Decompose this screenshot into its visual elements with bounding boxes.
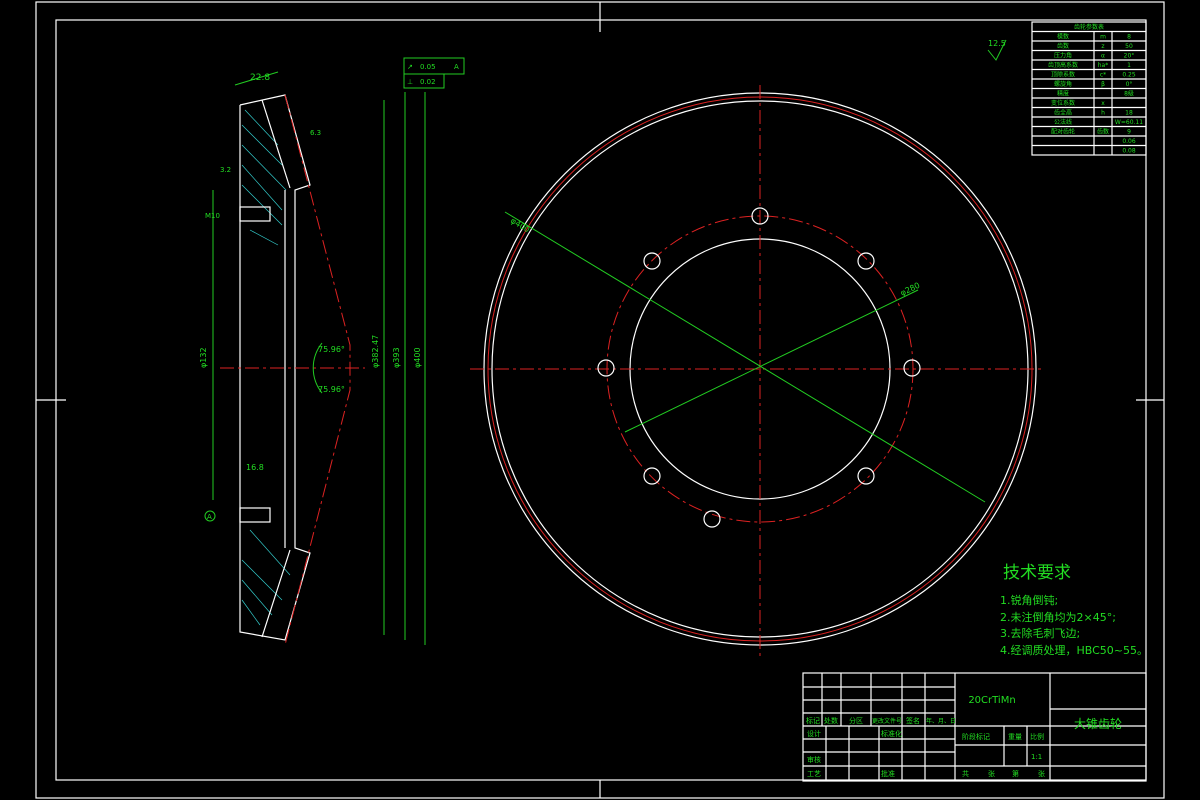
dim-diameter: φ393: [392, 347, 401, 368]
sheet-label: 共: [962, 769, 969, 778]
cad-drawing: 22.8 3.2 6.3 M10 16.8 75.96° 75.96° φ132…: [35, 1, 1165, 799]
table-cell: 50: [1125, 43, 1133, 50]
front-view: φ400 φ280: [470, 85, 1045, 660]
tolerance-value: 0.02: [420, 78, 436, 86]
table-cell: 9: [1127, 129, 1131, 136]
scale-label: 比例: [1030, 732, 1044, 741]
requirement-item: 3.去除毛刺飞边;: [1000, 626, 1080, 640]
table-cell: h: [1101, 110, 1105, 117]
table-cell: 螺旋角: [1054, 80, 1072, 88]
requirement-item: 1.锐角倒钝;: [1000, 593, 1058, 607]
table-cell: 20°: [1124, 53, 1135, 60]
row-label: 工艺: [807, 770, 821, 778]
table-cell: 齿顶高系数: [1048, 61, 1078, 69]
dim-bolt-circle: φ280: [899, 281, 921, 298]
table-cell: c*: [1100, 72, 1106, 79]
table-cell: 0°: [1126, 81, 1133, 88]
row-label: 设计: [807, 729, 821, 738]
center-marks: [36, 2, 1164, 798]
table-cell: m: [1100, 34, 1106, 41]
header-cell: 签名: [906, 716, 920, 725]
table-cell: β: [1101, 81, 1105, 88]
dim-bore: φ132: [199, 347, 208, 368]
table-cell: 压力角: [1054, 52, 1072, 60]
requirement-item: 4.经调质处理，HBC50~55。: [1000, 644, 1148, 657]
thread-label: M10: [205, 212, 220, 220]
table-cell: 0.25: [1122, 72, 1136, 79]
angle-label: 75.96°: [318, 345, 345, 354]
row-label: 标准化: [881, 729, 902, 738]
table-cell: ha*: [1098, 62, 1108, 69]
sheet-border: [35, 1, 1165, 799]
stage-label: 阶段标记: [962, 732, 990, 741]
table-cell: 变位系数: [1051, 99, 1075, 107]
material-label: 20CrTiMn: [968, 695, 1015, 706]
header-cell: 分区: [849, 716, 863, 725]
row-label: 批准: [881, 769, 895, 778]
table-cell: x: [1101, 100, 1105, 107]
table-cell: 18: [1125, 110, 1133, 117]
table-cell: 8: [1127, 34, 1131, 41]
datum-label: A: [207, 513, 212, 521]
dim-diameter: φ400: [413, 347, 422, 368]
table-cell: 齿数: [1097, 128, 1109, 136]
dim-depth: 16.8: [246, 463, 264, 472]
header-cell: 年、月、日: [926, 717, 956, 725]
roughness-label: 3.2: [220, 166, 231, 174]
tolerance-symbol: ⊥: [407, 78, 413, 86]
table-cell: α: [1101, 53, 1105, 60]
sheet-label: 张: [1038, 769, 1045, 778]
scale-value: 1:1: [1031, 753, 1042, 761]
roughness-label: 6.3: [310, 129, 321, 137]
parameter-table: 齿轮参数表模数 m 8 齿数 z 50 压力角 α 20° 齿顶高系数 ha* 1 顶隙系数 c* 0.25…: [1031, 21, 1147, 156]
tolerance-symbol: ↗: [407, 63, 413, 71]
table-cell: 顶隙系数: [1051, 71, 1075, 79]
section-view: 22.8 3.2 6.3 M10 16.8 75.96° 75.96° φ132…: [199, 57, 465, 646]
header-cell: 标记: [806, 716, 820, 725]
table-cell: 0.06: [1122, 138, 1136, 145]
row-label: 审核: [807, 755, 821, 764]
table-cell: W=60.11: [1115, 119, 1143, 126]
sheet-label: 张: [988, 769, 995, 778]
table-cell: 精度: [1057, 90, 1069, 98]
table-cell: 配对齿轮: [1051, 128, 1075, 136]
sheet-label: 第: [1012, 769, 1019, 778]
dim-width: 22.8: [250, 73, 270, 83]
requirement-item: 2.未注倒角均为2×45°;: [1000, 610, 1116, 624]
header-cell: 更改文件号: [872, 717, 902, 725]
weight-label: 重量: [1008, 733, 1022, 741]
dim-diameter: φ382.47: [371, 335, 380, 368]
table-cell: 0.08: [1122, 148, 1136, 155]
tolerance-value: 0.05: [420, 63, 436, 71]
table-title: 齿轮参数表: [1074, 23, 1104, 31]
drawing-frame: [55, 19, 1147, 781]
table-cell: 1: [1127, 62, 1131, 69]
table-cell: 模数: [1057, 33, 1069, 41]
tolerance-datum: A: [454, 63, 459, 71]
part-name: 大锥齿轮: [1074, 717, 1122, 731]
header-cell: 处数: [824, 716, 838, 725]
tech-requirements-title: 技术要求: [1003, 563, 1071, 583]
table-cell: z: [1101, 43, 1104, 50]
table-cell: 8级: [1124, 90, 1134, 98]
table-cell: 齿全高: [1054, 109, 1072, 117]
table-cell: 齿数: [1057, 42, 1069, 50]
table-cell: 公法线: [1054, 118, 1072, 126]
angle-label: 75.96°: [318, 385, 345, 394]
